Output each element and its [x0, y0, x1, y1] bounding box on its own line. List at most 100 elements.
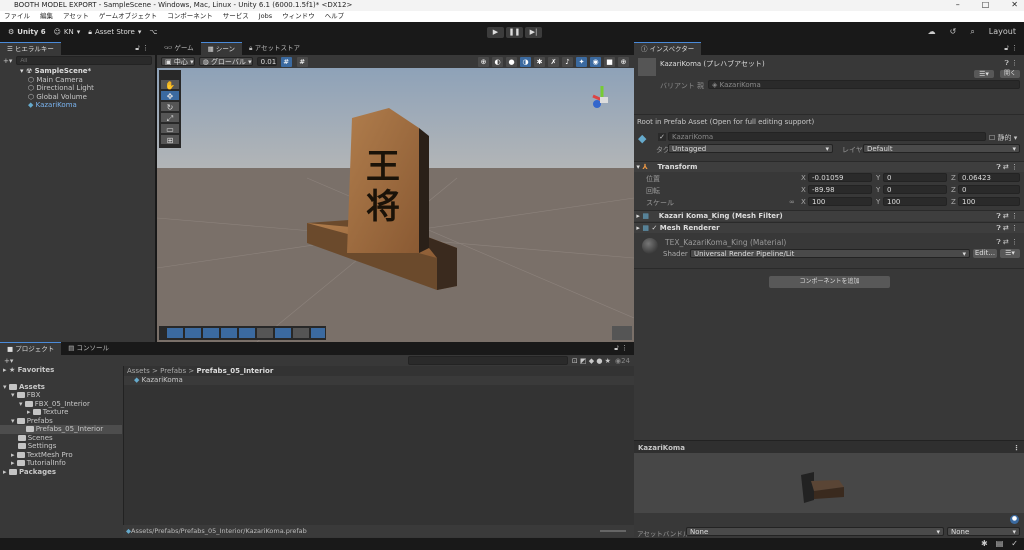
breadcrumb-item[interactable]: Prefabs — [160, 367, 186, 375]
edit-shader-button[interactable]: Edit... — [973, 249, 997, 258]
hierarchy-item[interactable]: ⬡ Main Camera — [20, 76, 155, 85]
asset-store-button[interactable]: 🔒︎ Asset Store ▾ — [88, 28, 141, 37]
mesh-filter-header[interactable]: ▸ ▦ Kazari Koma_King (Mesh Filter) ❓︎ ⇄ ⋮ — [634, 210, 1024, 221]
prefab-menu-button[interactable]: ☰▾ — [974, 70, 994, 78]
folder-item[interactable]: ▸ Texture — [0, 408, 122, 417]
folder-item[interactable]: ▸ Packages — [0, 468, 122, 477]
breadcrumb-item[interactable]: Assets — [127, 367, 150, 375]
preview-header[interactable]: KazariKoma ⋮ — [634, 440, 1024, 453]
shader-menu-button[interactable]: ☰▾ — [1000, 249, 1020, 258]
y-input[interactable]: 0 — [883, 185, 947, 194]
favorites-item[interactable]: ▸ ★ Favorites — [0, 366, 122, 375]
hierarchy-item[interactable]: ⬡ Directional Light — [20, 84, 155, 93]
bug-icon[interactable]: ✱ — [981, 539, 988, 548]
version-control-icon[interactable]: ⌥ — [149, 28, 157, 36]
menu-item[interactable]: コンポーネント — [167, 11, 213, 22]
folder-item[interactable]: ▸ TutorialInfo — [0, 459, 122, 468]
lock-icon[interactable]: 🔓︎ ⋮ — [614, 344, 628, 353]
asset-bundle-dropdown[interactable]: None ▾ — [686, 527, 944, 536]
hierarchy-item[interactable]: ⬡ Global Volume — [20, 93, 155, 102]
hierarchy-item[interactable]: ◆ KazariKoma — [20, 101, 155, 110]
effects-icon[interactable]: ✦ — [576, 56, 587, 67]
folder-item[interactable]: ▾ FBX_05_Interior — [0, 400, 122, 409]
tab-project[interactable]: ■ プロジェクト — [0, 342, 62, 355]
menu-item[interactable]: ウィンドウ — [282, 11, 315, 22]
folder-item[interactable]: Prefabs_05_Interior — [0, 425, 122, 434]
folder-item[interactable]: Settings — [0, 442, 122, 451]
bundle-variant-dropdown[interactable]: None ▾ — [947, 527, 1020, 536]
preview-area[interactable] — [634, 453, 1024, 513]
maximize-button[interactable]: □ — [982, 0, 990, 9]
tab-scene-1[interactable]: ▦ シーン — [200, 42, 243, 55]
layer-dropdown[interactable]: Default ▾ — [863, 144, 1020, 153]
tab-inspector[interactable]: ⓘ インスペクター — [634, 42, 702, 55]
minimize-button[interactable]: – — [956, 0, 960, 9]
variant-field[interactable]: ◈ KazariKoma — [708, 80, 1020, 89]
z-input[interactable]: 100 — [958, 197, 1020, 206]
lock-icon[interactable]: 🔓︎ ⋮ — [1004, 44, 1018, 53]
lock-icon[interactable]: 🔓︎ ⋮ — [135, 44, 149, 53]
pivot-dropdown[interactable]: ▣ 中心 ▾ — [161, 57, 195, 66]
camera-icon[interactable]: ■ — [604, 56, 615, 67]
folder-item[interactable]: ▸ TextMesh Pro — [0, 451, 122, 460]
folder-item[interactable]: ▾ Prefabs — [0, 417, 122, 426]
visibility-icon[interactable]: ◉ — [590, 56, 601, 67]
z-input[interactable]: 0 — [958, 185, 1020, 194]
asset-item[interactable]: ◆ KazariKoma — [124, 376, 634, 385]
menu-item[interactable]: アセット — [63, 11, 89, 22]
add-button[interactable]: +▾ — [3, 57, 12, 65]
menu-item[interactable]: Jobs — [259, 11, 272, 22]
tag-dropdown[interactable]: Untagged ▾ — [668, 144, 833, 153]
lighting-icon[interactable]: ✗ — [548, 56, 559, 67]
breadcrumb-item[interactable]: Prefabs_05_Interior — [196, 367, 273, 375]
play-button[interactable]: ▶ — [487, 27, 504, 38]
hierarchy-search-input[interactable] — [16, 56, 152, 65]
x-input[interactable]: 100 — [808, 197, 872, 206]
shader-dropdown[interactable]: Universal Render Pipeline/Lit ▾ — [690, 249, 970, 258]
menu-item[interactable]: ヘルプ — [325, 11, 345, 22]
x-input[interactable]: -0.01059 — [808, 173, 872, 182]
close-button[interactable]: ✕ — [1011, 0, 1018, 9]
mesh-renderer-header[interactable]: ▸ ▦ ✓ Mesh Renderer ❓︎ ⇄ ⋮ — [634, 222, 1024, 233]
z-input[interactable]: 0.06423 — [958, 173, 1020, 182]
folder-item[interactable]: ▾ FBX — [0, 391, 122, 400]
add-component-button[interactable]: コンポーネントを追加 — [769, 276, 890, 288]
cache-icon[interactable]: ▤ — [996, 539, 1004, 548]
material-menu[interactable]: ❓︎ ⇄ ⋮ — [996, 238, 1018, 247]
create-button[interactable]: +▾ — [4, 357, 13, 365]
x-input[interactable]: -89.98 — [808, 185, 872, 194]
shaded-wire-icon[interactable]: ◐ — [492, 56, 503, 67]
label-icon[interactable]: ● — [1010, 515, 1019, 524]
cloud-icon[interactable]: ☁ — [928, 27, 936, 37]
history-icon[interactable]: ↺ — [950, 27, 957, 37]
render-mode-icon[interactable]: ◑ — [520, 56, 531, 67]
account-button[interactable]: ☺ KN ▾ — [54, 28, 81, 36]
layout-dropdown[interactable]: Layout — [989, 27, 1016, 37]
name-input[interactable]: KazariKoma — [668, 132, 986, 141]
open-prefab-button[interactable]: 開く — [1000, 70, 1020, 78]
tab-console[interactable]: ▤ コンソール — [61, 342, 116, 355]
active-checkbox[interactable]: ✓ — [658, 133, 666, 141]
step-button[interactable]: ▶| — [525, 27, 542, 38]
menu-item[interactable]: ゲームオブジェクト — [99, 11, 157, 22]
help-icon[interactable]: ❓︎ ⋮ — [1005, 59, 1018, 68]
constrain-icon[interactable]: ∞ — [789, 198, 795, 206]
y-input[interactable]: 100 — [883, 197, 947, 206]
menu-item[interactable]: サービス — [223, 11, 249, 22]
grid-snap-icon[interactable]: # — [280, 56, 292, 67]
project-search-input[interactable] — [407, 356, 568, 365]
pause-button[interactable]: ❚❚ — [506, 27, 523, 38]
search-icon[interactable]: ⌕ — [970, 27, 974, 37]
folder-item[interactable]: ▾ Assets — [0, 383, 122, 392]
menu-item[interactable]: ファイル — [4, 11, 30, 22]
scene-viewport[interactable]: 王 将 ✋ ✥ ↻ ⤢ ▭ ⊞ — [157, 68, 634, 342]
icon-size-slider[interactable] — [600, 530, 626, 532]
debug-icon[interactable]: ✱ — [534, 56, 545, 67]
audio-icon[interactable]: ♪ — [562, 56, 573, 67]
filter-icons[interactable]: ⊡ ◩ ◆ ● ★ — [572, 357, 611, 365]
transform-header[interactable]: ▾ ⅄ Transform ❓︎ ⇄ ⋮ — [634, 161, 1024, 172]
menu-item[interactable]: 編集 — [40, 11, 53, 22]
snap-input[interactable]: 0.01 — [256, 57, 277, 66]
tab-hierarchy[interactable]: ☰ ヒエラルキー — [0, 42, 61, 55]
folder-item[interactable]: Scenes — [0, 434, 122, 443]
